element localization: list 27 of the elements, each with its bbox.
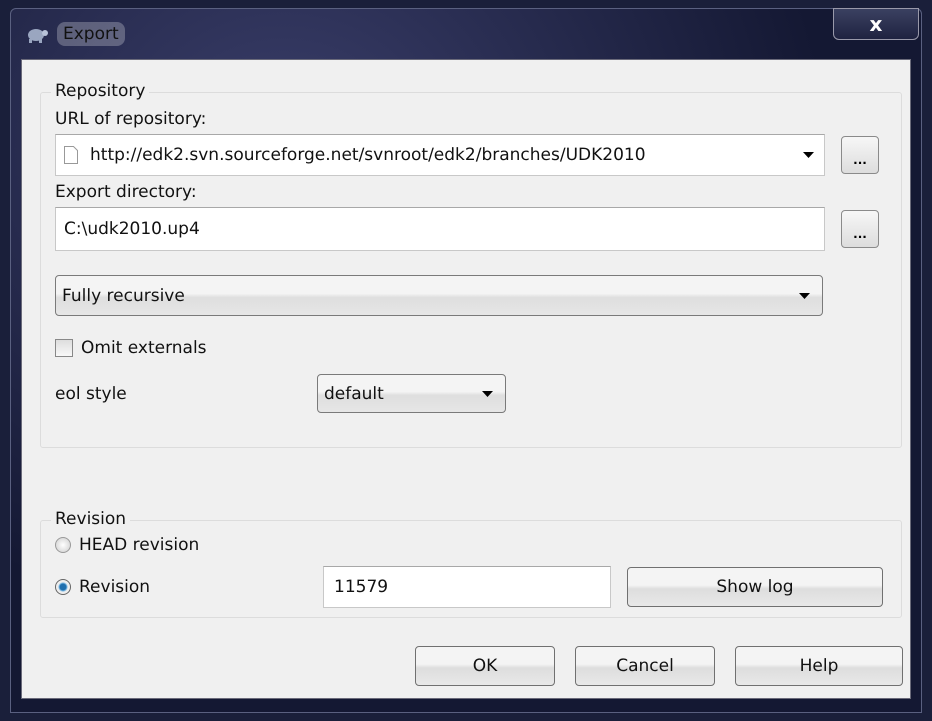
eol-style-label: eol style (55, 384, 128, 404)
radio-label: Revision (79, 577, 152, 597)
depth-dropdown[interactable]: Fully recursive (55, 275, 823, 316)
revision-field[interactable]: 11579 (323, 566, 611, 608)
dropdown-arrow-icon (482, 390, 493, 396)
window-title: Export (57, 22, 125, 46)
url-label: URL of repository: (55, 109, 208, 129)
group-label: Repository (51, 81, 150, 101)
browse-button[interactable]: ... (841, 210, 879, 248)
dropdown-arrow-icon (799, 292, 810, 298)
eol-style-dropdown[interactable]: default (317, 374, 506, 413)
radio-button[interactable] (55, 537, 71, 553)
radio-button[interactable] (55, 579, 71, 595)
browse-button[interactable]: ... (841, 136, 879, 174)
directory-label: Export directory: (55, 182, 198, 202)
dialog-button[interactable]: OK (415, 646, 555, 686)
dialog-button[interactable]: Help (735, 646, 903, 686)
dialog-button[interactable]: Cancel (575, 646, 715, 686)
document-icon (64, 146, 78, 164)
close-button[interactable]: x (833, 8, 919, 40)
directory-field[interactable]: C:\udk2010.up4 (55, 207, 825, 251)
radio-label: HEAD revision (79, 535, 200, 555)
dropdown-arrow-icon (803, 152, 814, 158)
show-log-button[interactable]: Show log (627, 567, 883, 607)
checkbox-label: Omit externals (81, 338, 207, 358)
url-combo[interactable]: http://edk2.svn.sourceforge.net/svnroot/edk2/branches/UDK2010 (55, 134, 825, 176)
checkbox[interactable] (55, 339, 73, 357)
